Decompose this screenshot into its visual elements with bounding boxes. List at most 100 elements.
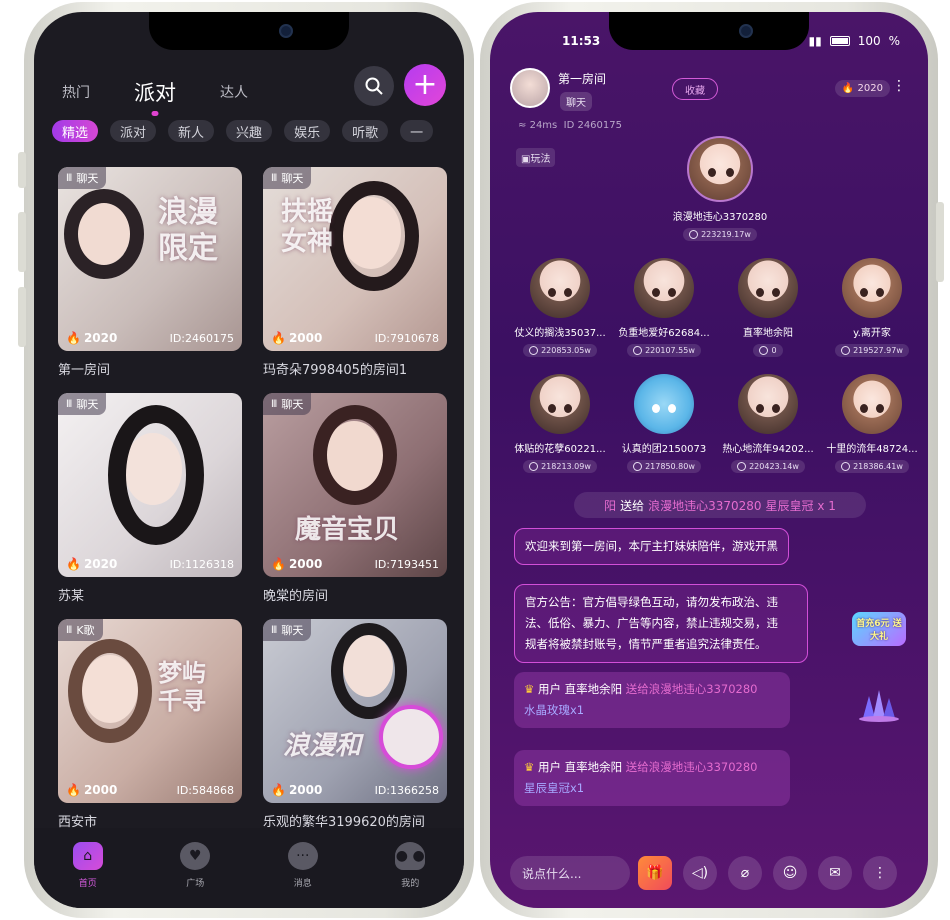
room-name: 第一房间: [58, 363, 111, 378]
crystal-gift-icon[interactable]: [852, 688, 906, 725]
room-card[interactable]: 浪漫限定 lll 聊天 🔥 2020 ID:2460175 第一房间: [58, 167, 242, 378]
seat-name: 热心地流年94202...: [722, 444, 814, 455]
gift-button[interactable]: 🎁: [638, 856, 672, 890]
seat-score: 220423.14w: [731, 460, 805, 473]
room-card[interactable]: 梦屿千寻 lll K歌 🔥 2000 ID:584868 西安市: [58, 619, 242, 830]
host-avatar: [687, 136, 753, 202]
chip-more[interactable]: 一: [400, 120, 434, 142]
heat-badge[interactable]: 🔥 2020: [834, 80, 890, 97]
room-avatar[interactable]: [510, 68, 550, 108]
more-button[interactable]: ⋮: [863, 856, 897, 890]
nav-messages-label: 消息: [293, 879, 312, 889]
chip-new[interactable]: 新人: [168, 120, 215, 142]
room-card[interactable]: 魔音宝贝 lll 聊天 🔥 2000 ID:7193451 晚棠的房间: [263, 393, 447, 604]
room-tag: lll 聊天: [263, 393, 312, 415]
room-id: ID:1126318: [169, 558, 234, 571]
right-screen: 11:53 ▮▮ 100% 第一房间 聊天 收藏 🔥 2020 ⋮ ≈ 24ms…: [490, 12, 928, 908]
home-icon: ⌂: [72, 842, 103, 870]
message-button[interactable]: ✉: [818, 856, 852, 890]
notch: [149, 12, 349, 50]
chat-input[interactable]: 说点什么...: [510, 856, 630, 890]
chip-party[interactable]: 派对: [110, 120, 157, 142]
mic-seat[interactable]: 认真的团2150073 217850.80w: [614, 374, 714, 475]
seat-name: 体贴的花孽60221...: [514, 444, 606, 455]
host-score: 223219.17w: [683, 228, 757, 241]
room-header: 第一房间 聊天 收藏 🔥 2020 ⋮: [510, 68, 908, 111]
flame-icon: 🔥: [66, 557, 81, 571]
tab-party[interactable]: 派对: [134, 77, 176, 107]
chat-bubble-icon: ···: [287, 842, 318, 870]
room-cover: 扶摇女神 lll 聊天 🔥 2000 ID:7910678: [263, 167, 447, 351]
search-button[interactable]: [354, 66, 394, 106]
phone-right: 11:53 ▮▮ 100% 第一房间 聊天 收藏 🔥 2020 ⋮ ≈ 24ms…: [480, 2, 944, 918]
create-room-button[interactable]: +: [404, 64, 446, 106]
room-card[interactable]: lll 聊天 🔥 2020 ID:1126318 苏某: [58, 393, 242, 604]
left-screen: 热门 派对 达人 + 精选 派对 新人 兴趣 娱乐 听歌 一 浪漫限定 lll …: [34, 12, 464, 908]
camera-icon: [739, 24, 753, 38]
more-vertical-icon: ⋮: [873, 865, 887, 881]
nav-square[interactable]: ♥ 广场: [165, 842, 225, 908]
nav-profile[interactable]: ● ● 我的: [380, 842, 440, 908]
nav-messages[interactable]: ··· 消息: [273, 842, 333, 908]
flame-icon: 🔥: [66, 331, 81, 345]
mic-seat[interactable]: 体贴的花孽60221... 218213.09w: [510, 374, 610, 475]
search-icon: [365, 77, 383, 95]
mic-seat[interactable]: 仗义的搁浅35037... 220853.05w: [510, 258, 610, 359]
first-recharge-promo[interactable]: 首充6元 送大礼: [852, 612, 906, 646]
room-card[interactable]: 扶摇女神 lll 聊天 🔥 2000 ID:7910678 玛奇朵7998405的房…: [263, 167, 447, 378]
crown-icon: ♛: [524, 682, 535, 696]
mic-seat[interactable]: 十里的流年48724... 218386.41w: [822, 374, 922, 475]
host-seat[interactable]: 浪漫地违心3370280 223219.17w: [670, 136, 770, 243]
more-icon[interactable]: ⋮: [892, 78, 906, 94]
room-id: ID:7910678: [374, 332, 439, 345]
emoji-button[interactable]: ☺: [773, 856, 807, 890]
mic-seat[interactable]: y.离开家 219527.97w: [822, 258, 922, 359]
seat-avatar: [842, 258, 902, 318]
play-button[interactable]: ▣玩法: [516, 148, 556, 167]
network-status: ≈ 24ms ID 2460175: [518, 120, 622, 131]
chip-entertainment[interactable]: 娱乐: [284, 120, 331, 142]
gift-box-icon: 🎁: [646, 865, 664, 881]
notch: [609, 12, 809, 50]
seat-name: 负重地爱好62684...: [618, 328, 710, 339]
seat-name: 仗义的搁浅35037...: [514, 328, 606, 339]
room-id: ID:1366258: [374, 784, 439, 797]
seat-avatar: [530, 374, 590, 434]
mic-seat[interactable]: 直率地余阳 0: [718, 258, 818, 359]
room-cover: 梦屿千寻 lll K歌 🔥 2000 ID:584868: [58, 619, 242, 803]
canvas: 热门 派对 达人 + 精选 派对 新人 兴趣 娱乐 听歌 一 浪漫限定 lll …: [0, 0, 950, 920]
seat-avatar: [634, 258, 694, 318]
mic-seat[interactable]: 热心地流年94202... 220423.14w: [718, 374, 818, 475]
room-card[interactable]: 浪漫和 lll 聊天 🔥 2000 ID:1366258 乐观的繁华3199620的…: [263, 619, 447, 830]
signal-icon: ▮▮: [808, 34, 822, 48]
chip-featured[interactable]: 精选: [52, 120, 99, 142]
portrait-hair: [108, 405, 204, 545]
gift-message: ♛ 用户 直率地余阳 送给浪漫地违心3370280 水晶玫瑰x1: [514, 672, 790, 728]
mic-button[interactable]: ⌀: [728, 856, 762, 890]
side-button: [18, 212, 26, 272]
room-tag: lll 聊天: [58, 167, 107, 189]
room-category: 聊天: [560, 92, 592, 111]
chip-music[interactable]: 听歌: [342, 120, 389, 142]
mic-muted-icon: ⌀: [740, 865, 750, 881]
cover-deco-text: 扶摇女神: [281, 197, 334, 257]
tab-hot[interactable]: 热门: [62, 82, 90, 102]
heat-badge: 🔥 2000: [66, 783, 118, 797]
seat-avatar: [634, 374, 694, 434]
tab-expert[interactable]: 达人: [220, 82, 248, 102]
seat-avatar: [738, 374, 798, 434]
battery-icon: [829, 36, 850, 46]
bottom-nav: ⌂ 首页 ♥ 广场 ··· 消息 ● ● 我的: [34, 828, 464, 908]
nav-home[interactable]: ⌂ 首页: [58, 842, 118, 908]
chip-interest[interactable]: 兴趣: [226, 120, 273, 142]
mic-seat[interactable]: 负重地爱好62684... 220107.55w: [614, 258, 714, 359]
room-title: 第一房间: [558, 72, 607, 86]
portrait-hair: [331, 623, 407, 719]
room-name: 晚棠的房间: [263, 589, 329, 604]
room-tag: lll K歌: [58, 619, 103, 641]
flame-icon: 🔥: [271, 557, 286, 571]
envelope-icon: ✉: [829, 865, 841, 881]
favorite-button[interactable]: 收藏: [672, 78, 718, 100]
speaker-button[interactable]: ◁): [683, 856, 717, 890]
seat-name: 直率地余阳: [743, 328, 793, 339]
